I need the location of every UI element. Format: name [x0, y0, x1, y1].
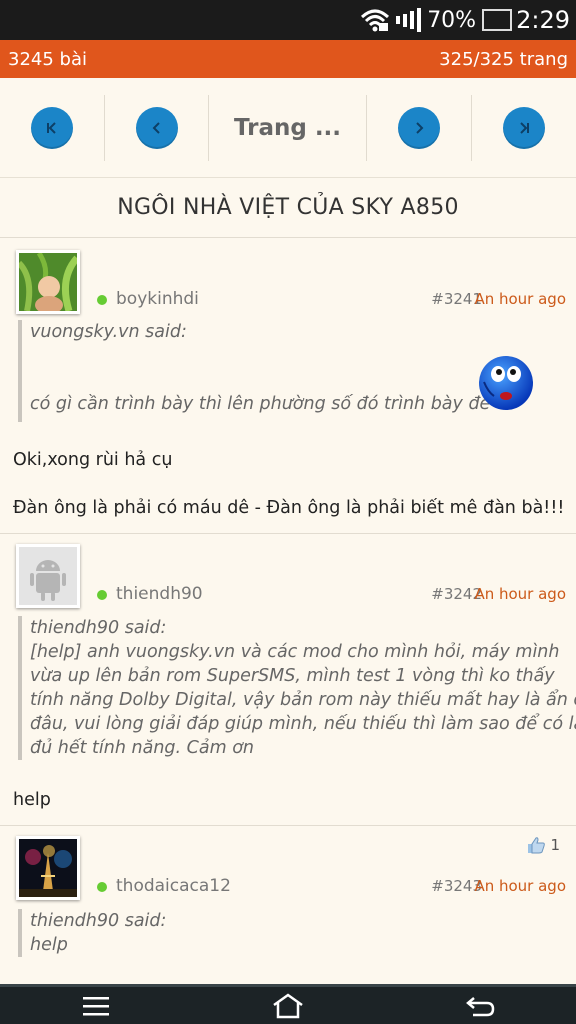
username[interactable]: thodaicaca12 [116, 876, 231, 896]
next-page-button[interactable] [398, 106, 440, 149]
online-status-icon [97, 590, 107, 600]
quote-text-line: vừa up lên bản rom SuperSMS, mình test 1… [30, 666, 555, 686]
page-select-button[interactable]: Trang ... [234, 115, 341, 141]
post-time: An hour ago [474, 290, 566, 308]
like-count-value: 1 [550, 836, 560, 854]
post-item: thiendh90 #3242 An hour ago thiendh90 sa… [0, 534, 576, 826]
thread-title: NGÔI NHÀ VIỆT CỦA SKY A850 [0, 178, 576, 238]
thumbs-up-icon [528, 837, 546, 854]
last-page-cell [472, 95, 576, 161]
page-count: 325/325 trang [439, 48, 568, 70]
clock: 2:29 [516, 6, 570, 34]
emoticon-icon [476, 352, 536, 412]
post-meta: thiendh90 #3242 An hour ago [0, 584, 576, 608]
signal-icon [396, 8, 422, 32]
post-count: 3245 bài [8, 48, 87, 70]
last-page-icon [520, 121, 529, 134]
next-page-icon [416, 121, 424, 134]
quote-text: có gì cần trình bày thì lên phường số đó… [30, 394, 491, 414]
first-page-cell [0, 94, 105, 161]
post-meta: thodaicaca12 #3243 An hour ago [0, 876, 576, 900]
menu-button[interactable] [56, 988, 136, 1024]
quote-text: help [30, 935, 68, 955]
prev-page-cell [105, 94, 209, 161]
post-meta: boykinhdi #3241 An hour ago [0, 289, 576, 313]
quote-block: thiendh90 said: help [18, 909, 318, 957]
battery-icon [482, 9, 513, 31]
next-page-cell [367, 94, 472, 161]
first-page-button[interactable] [31, 106, 73, 149]
first-page-icon [47, 121, 56, 134]
thread-info-bar: 3245 bài 325/325 trang [0, 40, 576, 78]
quote-text-line: đâu, vui lòng giải đáp giúp mình, nếu th… [30, 714, 576, 734]
post-body-line: Đàn ông là phải có máu dê - Đàn ông là p… [13, 498, 565, 518]
online-status-icon [97, 295, 107, 305]
battery-percent: 70% [427, 7, 477, 33]
quote-block: thiendh90 said: [help] anh vuongsky.vn v… [18, 616, 576, 760]
post-time: An hour ago [474, 585, 566, 603]
home-button[interactable] [248, 988, 328, 1024]
quote-text-line: [help] anh vuongsky.vn và các mod cho mì… [30, 642, 560, 662]
quote-text-line: tính năng Dolby Digital, vậy bản rom này… [30, 690, 576, 710]
quote-block: vuongsky.vn said: có gì cần trình bày th… [18, 320, 491, 422]
system-nav-bar [0, 984, 576, 1024]
menu-icon [83, 996, 109, 1015]
quote-author: thiendh90 said: [30, 911, 167, 931]
page-select-cell: Trang ... [209, 94, 367, 161]
status-bar: 70% 2:29 [0, 0, 576, 40]
username[interactable]: boykinhdi [116, 289, 199, 309]
back-icon [466, 996, 495, 1016]
quote-text-line: đủ hết tính năng. Cảm ơn [30, 738, 255, 758]
wifi-icon [360, 8, 390, 32]
home-icon [273, 992, 303, 1018]
post-body-line: help [13, 790, 51, 810]
pagination-bar: Trang ... [0, 78, 576, 178]
back-button[interactable] [440, 988, 520, 1024]
prev-page-icon [152, 121, 160, 134]
quote-author: vuongsky.vn said: [30, 322, 187, 342]
post-item: boykinhdi #3241 An hour ago vuongsky.vn … [0, 238, 576, 534]
online-status-icon [97, 882, 107, 892]
prev-page-button[interactable] [135, 106, 178, 149]
quote-author: thiendh90 said: [30, 618, 167, 638]
post-time: An hour ago [474, 877, 566, 895]
username[interactable]: thiendh90 [116, 584, 203, 604]
post-item: 1 thodaicaca12 #3243 An hour ago thiendh… [0, 826, 576, 984]
like-count[interactable]: 1 [526, 836, 560, 854]
last-page-button[interactable] [503, 106, 545, 149]
post-body-line: Oki,xong rùi hả cụ [13, 450, 173, 470]
